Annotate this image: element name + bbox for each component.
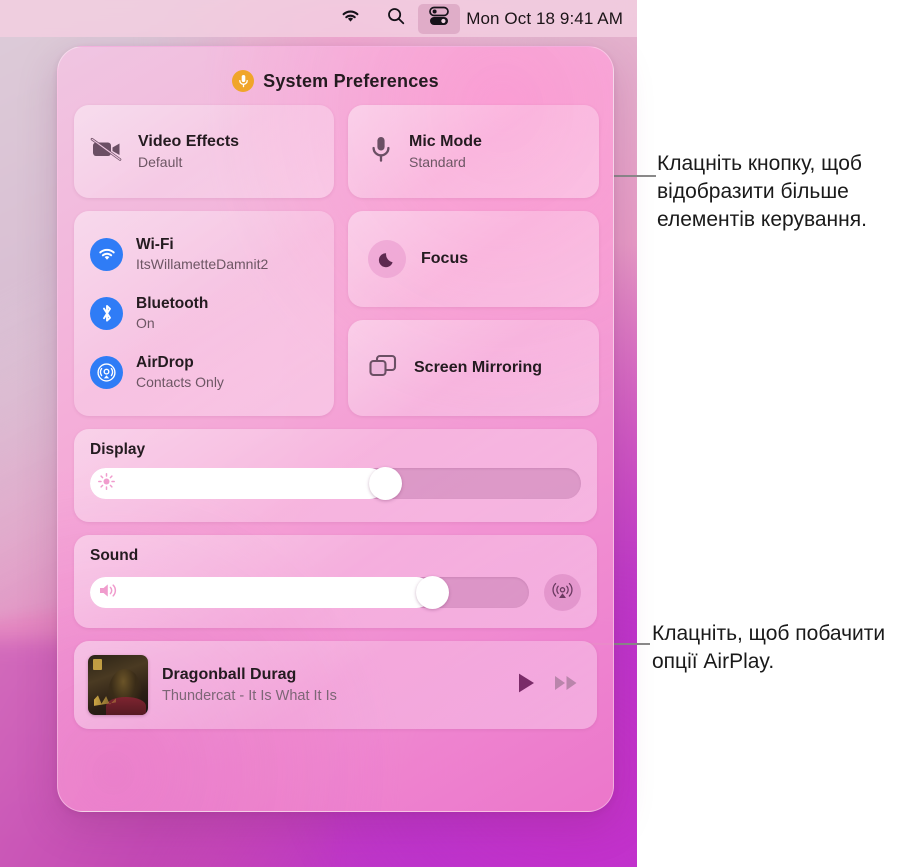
airdrop-icon (90, 356, 123, 389)
mic-mode-title: Mic Mode (409, 132, 482, 150)
airdrop-title: AirDrop (136, 353, 194, 371)
screen-mirroring-icon (368, 353, 398, 384)
bluetooth-subtitle: On (136, 315, 155, 332)
sound-label: Sound (90, 547, 139, 564)
video-effects-subtitle: Default (138, 153, 183, 170)
video-camera-off-icon (90, 136, 124, 167)
sound-slider-fill (90, 577, 433, 608)
now-playing-tile[interactable]: Dragonball Durag Thundercat - It Is What… (74, 641, 597, 729)
bluetooth-title: Bluetooth (136, 294, 209, 312)
now-playing-controls (517, 672, 579, 699)
microphone-icon (370, 135, 392, 168)
artwork-shoulder (106, 697, 146, 715)
menu-bar: Mon Oct 18 9:41 AM (0, 0, 637, 37)
row-video-mic: Video Effects Default Mic Mode Standard (74, 105, 599, 198)
next-track-button[interactable] (554, 674, 579, 697)
sound-slider-row (90, 574, 581, 611)
network-tile: Wi-Fi ItsWillametteDamnit2 Bluetooth On (74, 211, 334, 416)
album-artwork (88, 655, 148, 715)
row-network-focus: Wi-Fi ItsWillametteDamnit2 Bluetooth On (74, 211, 599, 416)
wifi-icon (90, 238, 123, 271)
control-center-header: System Preferences (74, 63, 597, 99)
display-tile: Display (74, 429, 597, 522)
fast-forward-icon (554, 675, 579, 696)
airdrop-subtitle: Contacts Only (136, 374, 224, 391)
mic-mode-text: Mic Mode Standard (409, 132, 482, 171)
bluetooth-icon (90, 297, 123, 330)
page-title: System Preferences (263, 70, 439, 91)
artwork-tag (93, 659, 102, 670)
search-icon (387, 7, 405, 30)
callout-airplay-options: Клацніть, щоб побачити опції AirPlay. (652, 620, 902, 676)
airplay-audio-button[interactable] (544, 574, 581, 611)
callout-leader-line-1 (610, 175, 656, 177)
focus-tile[interactable]: Focus (348, 211, 599, 307)
callout-more-controls: Клацніть кнопку, щоб відобразити більше … (657, 150, 902, 234)
sound-tile: Sound (74, 535, 597, 628)
display-brightness-slider[interactable] (90, 467, 581, 500)
menubar-control-center-button[interactable] (418, 3, 461, 34)
moon-icon (368, 240, 406, 278)
play-icon (517, 673, 536, 698)
microphone-in-use-icon (232, 70, 255, 92)
video-effects-tile[interactable]: Video Effects Default (74, 105, 334, 198)
now-playing-text: Dragonball Durag Thundercat - It Is What… (162, 665, 503, 706)
menubar-wifi-status[interactable] (327, 0, 374, 37)
bluetooth-row[interactable]: Bluetooth On (74, 286, 334, 342)
wifi-text: Wi-Fi ItsWillametteDamnit2 (136, 236, 268, 274)
now-playing-subtitle: Thundercat - It Is What It Is (162, 687, 337, 704)
control-center-panel: System Preferences Video Effects Default (57, 46, 614, 812)
wifi-row[interactable]: Wi-Fi ItsWillametteDamnit2 (74, 227, 334, 283)
mic-mode-tile[interactable]: Mic Mode Standard (348, 105, 599, 198)
wifi-title: Wi-Fi (136, 235, 174, 253)
now-playing-title: Dragonball Durag (162, 665, 297, 683)
play-button[interactable] (517, 672, 536, 699)
menubar-spotlight-search[interactable] (374, 0, 418, 37)
focus-mirroring-column: Focus Screen Mirroring (348, 211, 599, 416)
speaker-volume-icon (98, 582, 120, 604)
display-slider-fill (90, 468, 385, 499)
display-slider-knob[interactable] (368, 467, 402, 500)
display-slider-row (90, 467, 581, 500)
video-effects-title: Video Effects (138, 132, 240, 150)
video-effects-text: Video Effects Default (138, 132, 239, 171)
menubar-clock[interactable]: Mon Oct 18 9:41 AM (460, 9, 623, 29)
wifi-icon (340, 8, 361, 29)
bluetooth-text: Bluetooth On (136, 295, 208, 333)
sound-slider-knob[interactable] (416, 576, 450, 609)
mic-mode-subtitle: Standard (409, 153, 466, 170)
screenshot-root: Mon Oct 18 9:41 AM System Preferences Vi… (0, 0, 910, 867)
display-label: Display (90, 441, 146, 458)
wifi-subtitle: ItsWillametteDamnit2 (136, 256, 269, 273)
sound-volume-slider[interactable] (90, 576, 529, 609)
callout-more-controls-text: Клацніть кнопку, щоб відобразити більше … (657, 152, 867, 231)
airdrop-row[interactable]: AirDrop Contacts Only (74, 345, 334, 401)
screen-mirroring-tile[interactable]: Screen Mirroring (348, 320, 599, 416)
airdrop-text: AirDrop Contacts Only (136, 354, 224, 392)
airplay-audio-icon (552, 580, 573, 606)
callout-airplay-options-text: Клацніть, щоб побачити опції AirPlay. (652, 622, 886, 673)
focus-label: Focus (421, 250, 469, 267)
screen-mirroring-label: Screen Mirroring (414, 359, 543, 376)
control-center-icon (428, 6, 450, 31)
brightness-sun-icon (98, 472, 115, 495)
